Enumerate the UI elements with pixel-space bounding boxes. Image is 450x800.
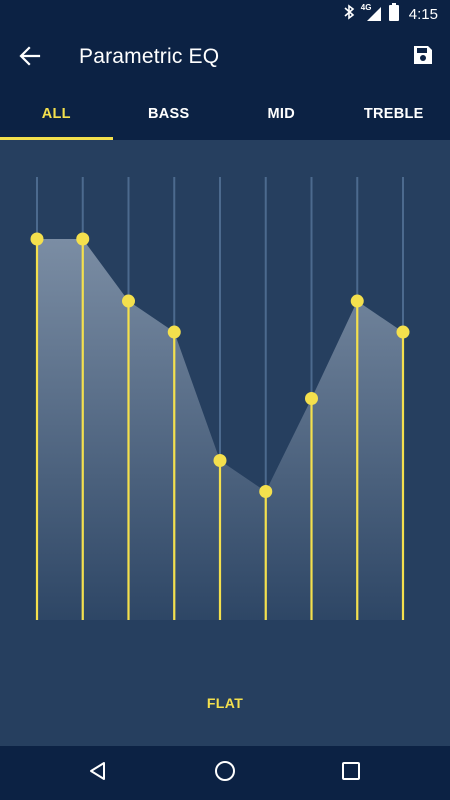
band-handle-8[interactable] bbox=[350, 294, 364, 308]
band-handle-7[interactable] bbox=[305, 392, 318, 405]
band-handle-5[interactable] bbox=[213, 454, 227, 468]
band-handle-6[interactable] bbox=[259, 485, 273, 499]
status-bar: 4G 4:15 bbox=[0, 0, 450, 28]
equalizer-graph bbox=[30, 177, 410, 620]
save-icon bbox=[411, 43, 435, 72]
nav-back-button[interactable] bbox=[78, 753, 118, 793]
tab-mid[interactable]: MID bbox=[225, 88, 338, 140]
page-title: Parametric EQ bbox=[79, 45, 220, 68]
signal-icon: 4G bbox=[360, 3, 383, 22]
status-icons: 4G 4:15 bbox=[343, 3, 438, 25]
back-triangle-icon bbox=[88, 761, 108, 786]
equalizer-panel: FLAT bbox=[0, 140, 450, 746]
status-time: 4:15 bbox=[408, 5, 438, 23]
band-handle-3[interactable] bbox=[122, 294, 135, 308]
app-bar: Parametric EQ bbox=[0, 28, 450, 88]
tab-treble[interactable]: TREBLE bbox=[338, 88, 450, 140]
nav-recents-button[interactable] bbox=[331, 753, 371, 793]
network-type-label: 4G bbox=[360, 3, 372, 12]
band-handle-2[interactable] bbox=[76, 232, 90, 246]
band-handle-4[interactable] bbox=[167, 325, 181, 339]
save-button[interactable] bbox=[408, 42, 438, 72]
band-handle-1[interactable] bbox=[30, 232, 44, 246]
back-button[interactable] bbox=[14, 42, 46, 74]
tab-bar: ALL BASS MID TREBLE bbox=[0, 88, 450, 140]
battery-icon bbox=[388, 3, 399, 25]
tab-all[interactable]: ALL bbox=[0, 88, 113, 140]
home-circle-icon bbox=[214, 760, 236, 787]
navigation-bar bbox=[0, 746, 450, 800]
recents-square-icon bbox=[341, 761, 361, 786]
tab-bass[interactable]: BASS bbox=[113, 88, 226, 140]
bluetooth-icon bbox=[343, 4, 355, 24]
nav-home-button[interactable] bbox=[205, 753, 245, 793]
arrow-left-icon bbox=[19, 45, 41, 72]
flat-button[interactable]: FLAT bbox=[185, 688, 265, 718]
band-handle-9[interactable] bbox=[396, 325, 410, 339]
